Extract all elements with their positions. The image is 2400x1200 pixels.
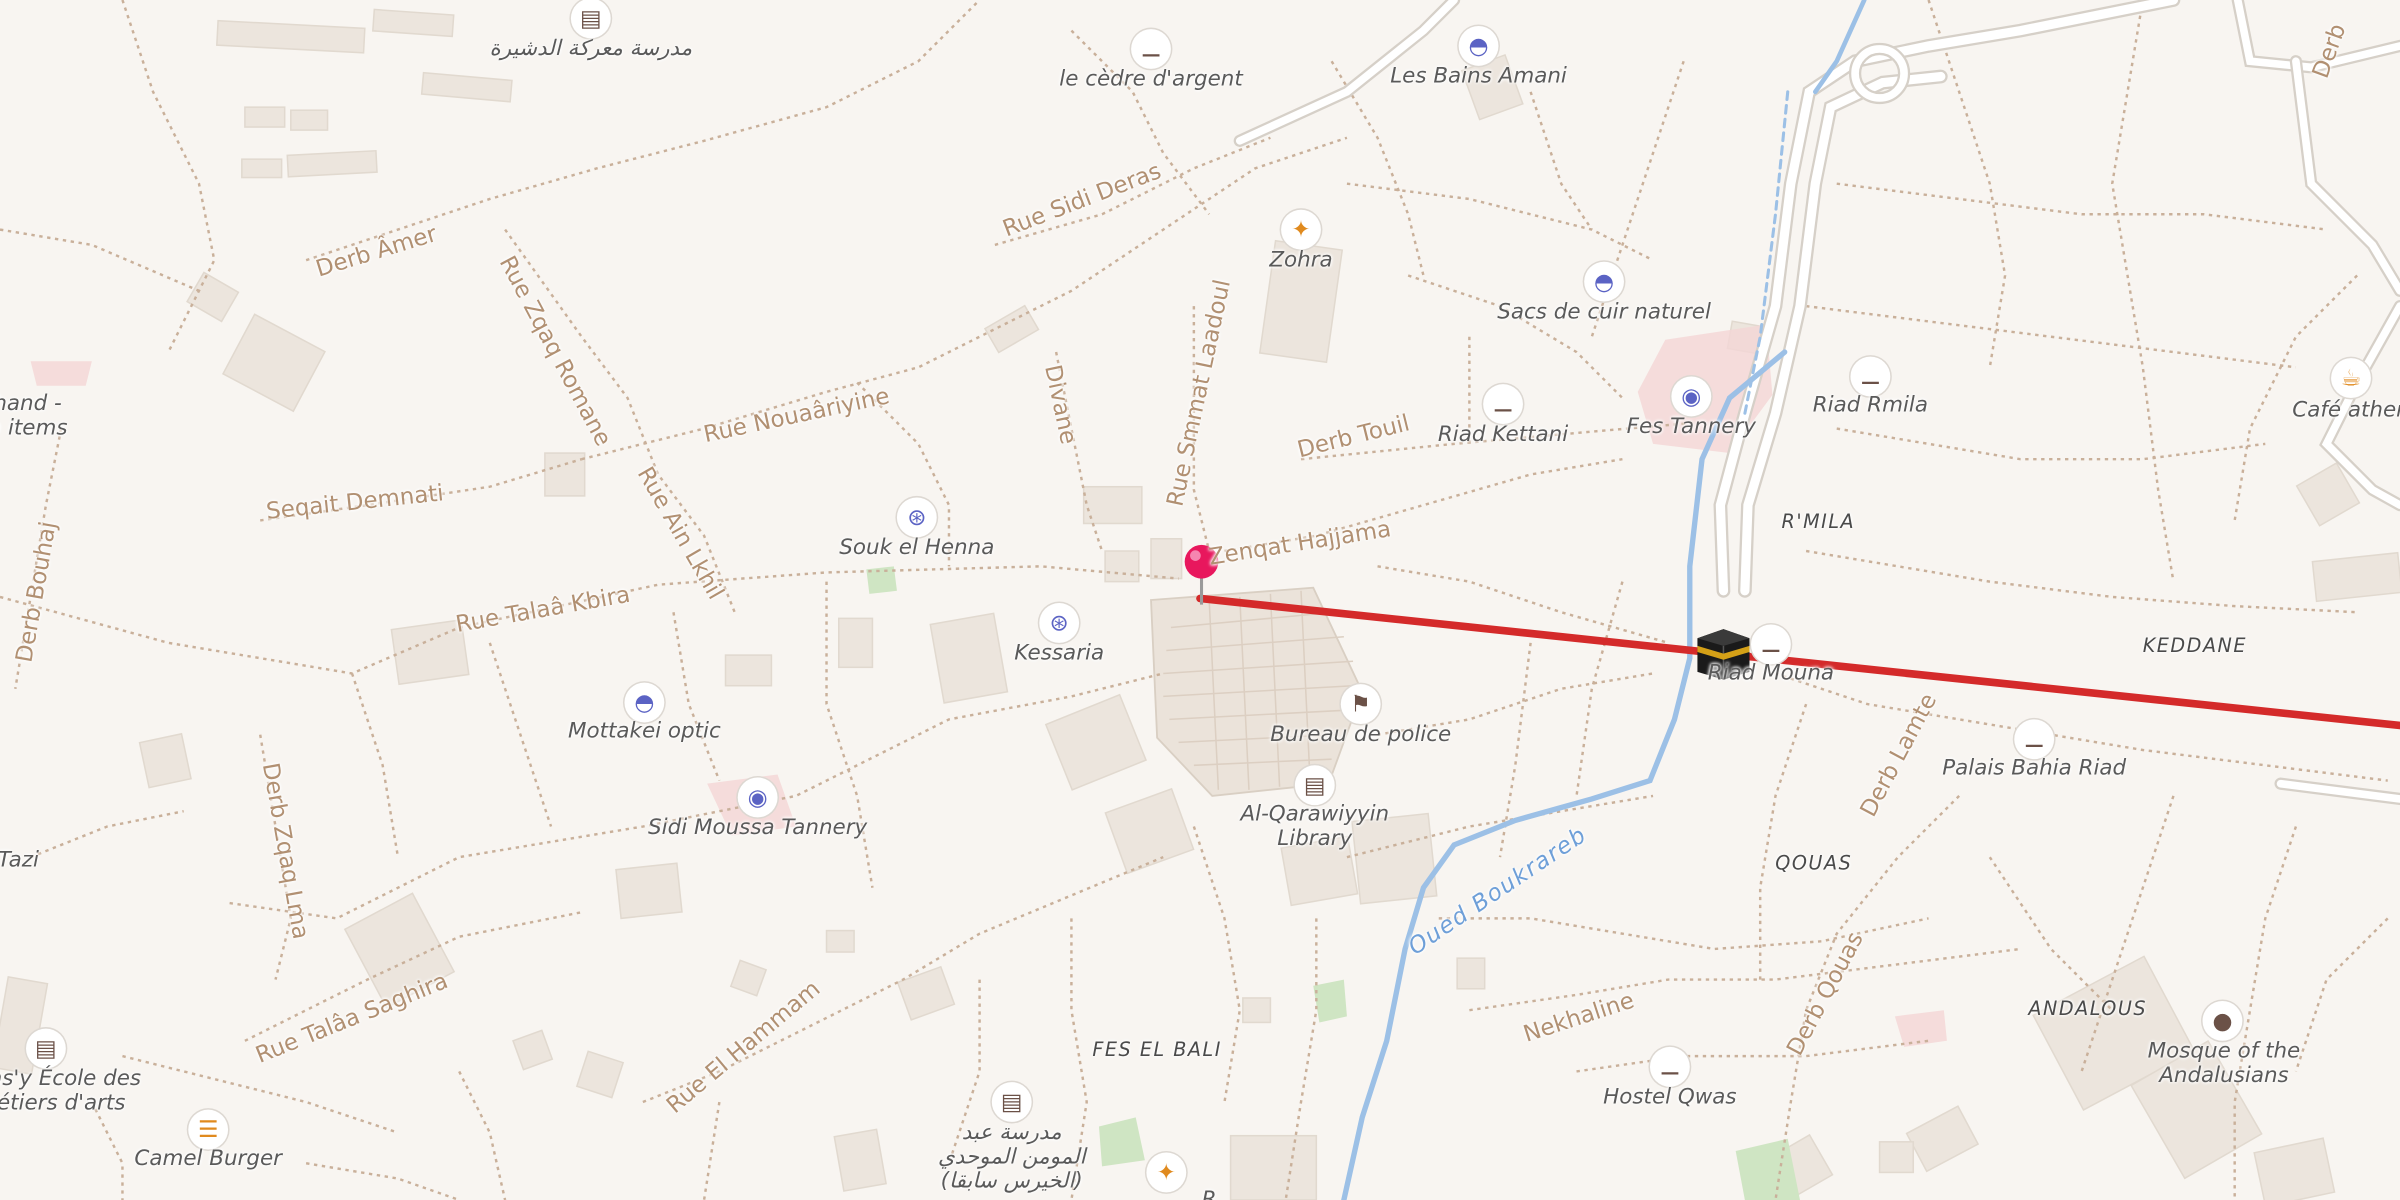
district-label: QOUAS xyxy=(1775,851,1853,874)
burger-icon[interactable]: ☰ xyxy=(188,1109,229,1150)
lodging-icon[interactable]: ⚊ xyxy=(1751,624,1791,665)
poi-label[interactable]: Camel Burger xyxy=(134,1146,282,1171)
school-icon[interactable]: ▤ xyxy=(26,1028,66,1069)
poi-label[interactable]: Zohra xyxy=(1269,248,1332,273)
restaurant-icon[interactable]: ✦ xyxy=(1281,209,1321,250)
district-label: ANDALOUS xyxy=(2028,996,2148,1020)
poi-label[interactable]: Kessaria xyxy=(1014,641,1104,666)
poi-label[interactable]: R xyxy=(1202,1188,1217,1200)
district-label: KEDDANE xyxy=(2142,633,2248,657)
map-view[interactable]: Rue Sidi Deras Derb Âmer Rue Zqaq Romane… xyxy=(0,0,2400,1200)
library-icon[interactable]: ▤ xyxy=(1294,765,1335,806)
poi-label[interactable]: مدرسة عبد المومن الموحدي (الخيرس سابقا) xyxy=(938,1120,1086,1194)
camera-icon[interactable]: ◉ xyxy=(737,777,778,818)
cart-icon[interactable]: ⊛ xyxy=(896,497,937,538)
mosque-icon[interactable]: ● xyxy=(2202,1001,2243,1041)
poi-label[interactable]: Sacs de cuir naturel xyxy=(1497,300,1711,325)
restaurant-icon[interactable]: ✦ xyxy=(1146,1152,1187,1193)
poi-label[interactable]: Sidi Moussa Tannery xyxy=(648,816,867,841)
poi-label[interactable]: Riad Kettani xyxy=(1438,422,1568,447)
lodging-icon[interactable]: ⚊ xyxy=(2014,719,2055,760)
poi-label[interactable]: Palais Bahia Riad xyxy=(1942,756,2126,781)
cafe-icon[interactable]: ☕ xyxy=(2331,358,2371,398)
poi-label[interactable]: Riad Rmila xyxy=(1813,393,1928,418)
police-icon[interactable]: ⚑ xyxy=(1340,684,1381,724)
poi-label[interactable]: Bureau de police xyxy=(1270,722,1451,747)
poi-label[interactable]: Mottakei optic xyxy=(568,719,721,744)
district-label: R'MILA xyxy=(1781,509,1856,533)
poi-label[interactable]: Café athen xyxy=(2292,398,2400,423)
lodging-icon[interactable]: ⚊ xyxy=(1131,29,1171,69)
shop-bag-icon[interactable]: ◓ xyxy=(1458,26,1499,66)
camera-icon[interactable]: ◉ xyxy=(1671,376,1712,417)
poi-label[interactable]: hand - n items xyxy=(0,392,68,441)
lodging-icon[interactable]: ⚊ xyxy=(1649,1046,1690,1087)
poi-label[interactable]: Fes Tannery xyxy=(1627,415,1756,440)
cart-icon[interactable]: ⊛ xyxy=(1039,603,1080,643)
poi-label[interactable]: le cèdre d'argent xyxy=(1059,67,1243,92)
shop-bag-icon[interactable]: ◓ xyxy=(1584,261,1624,302)
district-label: FES EL BALI xyxy=(1092,1037,1222,1061)
poi-label[interactable]: Al-Qarawiyyin Library xyxy=(1240,802,1389,851)
poi-label[interactable]: Riad Mouna xyxy=(1708,661,1834,686)
poi-label[interactable]: مدرسة معركة الدشيرة xyxy=(489,37,692,62)
poi-label[interactable]: Tazi xyxy=(0,848,39,873)
school-icon[interactable]: ▤ xyxy=(991,1082,1032,1122)
poi-label[interactable]: Mosque of the Andalusians xyxy=(2148,1039,2301,1088)
poi-label[interactable]: ms'y École des étiers d'arts xyxy=(0,1067,141,1116)
shop-bag-icon[interactable]: ◓ xyxy=(624,682,665,723)
school-icon[interactable]: ▤ xyxy=(570,0,611,39)
lodging-icon[interactable]: ⚊ xyxy=(1483,384,1523,424)
poi-label[interactable]: Hostel Qwas xyxy=(1603,1085,1736,1110)
poi-label[interactable]: Les Bains Amani xyxy=(1390,64,1567,89)
poi-label[interactable]: Souk el Henna xyxy=(839,536,994,561)
lodging-icon[interactable]: ⚊ xyxy=(1850,356,1891,397)
